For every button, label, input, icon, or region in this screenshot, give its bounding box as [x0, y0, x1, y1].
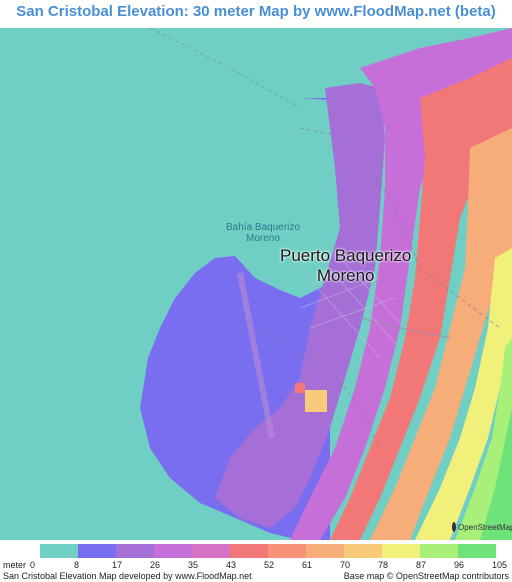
- magnifier-icon: [452, 522, 456, 532]
- legend-unit: meter: [3, 560, 27, 570]
- legend-tick-label: 43: [226, 560, 237, 570]
- bay-label-line2: Moreno: [246, 233, 280, 244]
- legend-swatches: [40, 544, 496, 558]
- osm-badge-text: OpenStreetMap: [458, 522, 512, 532]
- city-label-line1: Puerto Baquerizo: [280, 246, 412, 265]
- elevation-map[interactable]: Bahía Baquerizo Moreno Puerto Baquerizo …: [0, 28, 512, 540]
- legend-swatch: [268, 544, 306, 558]
- title-bar: San Cristobal Elevation: 30 meter Map by…: [0, 0, 512, 28]
- legend-tick-label: 87: [416, 560, 427, 570]
- legend-tick-label: 78: [378, 560, 389, 570]
- legend-tick-label: 52: [264, 560, 275, 570]
- legend-tick-label: 105: [492, 560, 508, 570]
- legend-swatch: [306, 544, 344, 558]
- legend-swatch: [458, 544, 496, 558]
- bay-label-line1: Bahía Baquerizo: [226, 222, 300, 233]
- legend-tick-label: 96: [454, 560, 465, 570]
- hill-spot-rim: [295, 383, 305, 393]
- osm-badge[interactable]: OpenStreetMap: [452, 519, 512, 535]
- city-label-line2: Moreno: [316, 266, 375, 285]
- legend-tick-label: 35: [188, 560, 199, 570]
- elevation-map-graphic: [0, 28, 512, 540]
- legend-tick-label: 61: [302, 560, 313, 570]
- legend-swatch: [420, 544, 458, 558]
- legend-tick-label: 26: [150, 560, 161, 570]
- legend-tick-label: 17: [112, 560, 123, 570]
- map-title: San Cristobal Elevation: 30 meter Map by…: [16, 3, 496, 20]
- legend-swatch: [192, 544, 230, 558]
- legend-tick-label: 0: [30, 560, 36, 570]
- legend-swatch: [116, 544, 154, 558]
- hill-spot: [305, 390, 327, 412]
- legend-tick-label: 70: [340, 560, 351, 570]
- bay-label: Bahía Baquerizo Moreno: [226, 222, 300, 244]
- legend-swatch: [78, 544, 116, 558]
- legend-swatch: [382, 544, 420, 558]
- footer-basemap-credit: Base map © OpenStreetMap contributors: [343, 571, 509, 581]
- legend-swatch: [344, 544, 382, 558]
- footer-credit: San Cristobal Elevation Map developed by…: [3, 571, 252, 581]
- legend-tick-label: 8: [74, 560, 80, 570]
- city-label: Puerto Baquerizo Moreno: [280, 246, 411, 286]
- legend-swatch: [154, 544, 192, 558]
- elevation-legend: meter 0 8 17 26 35 43 52 61 70 78 87 96 105 San Cris…: [0, 541, 512, 582]
- legend-swatch: [230, 544, 268, 558]
- legend-swatch: [40, 544, 78, 558]
